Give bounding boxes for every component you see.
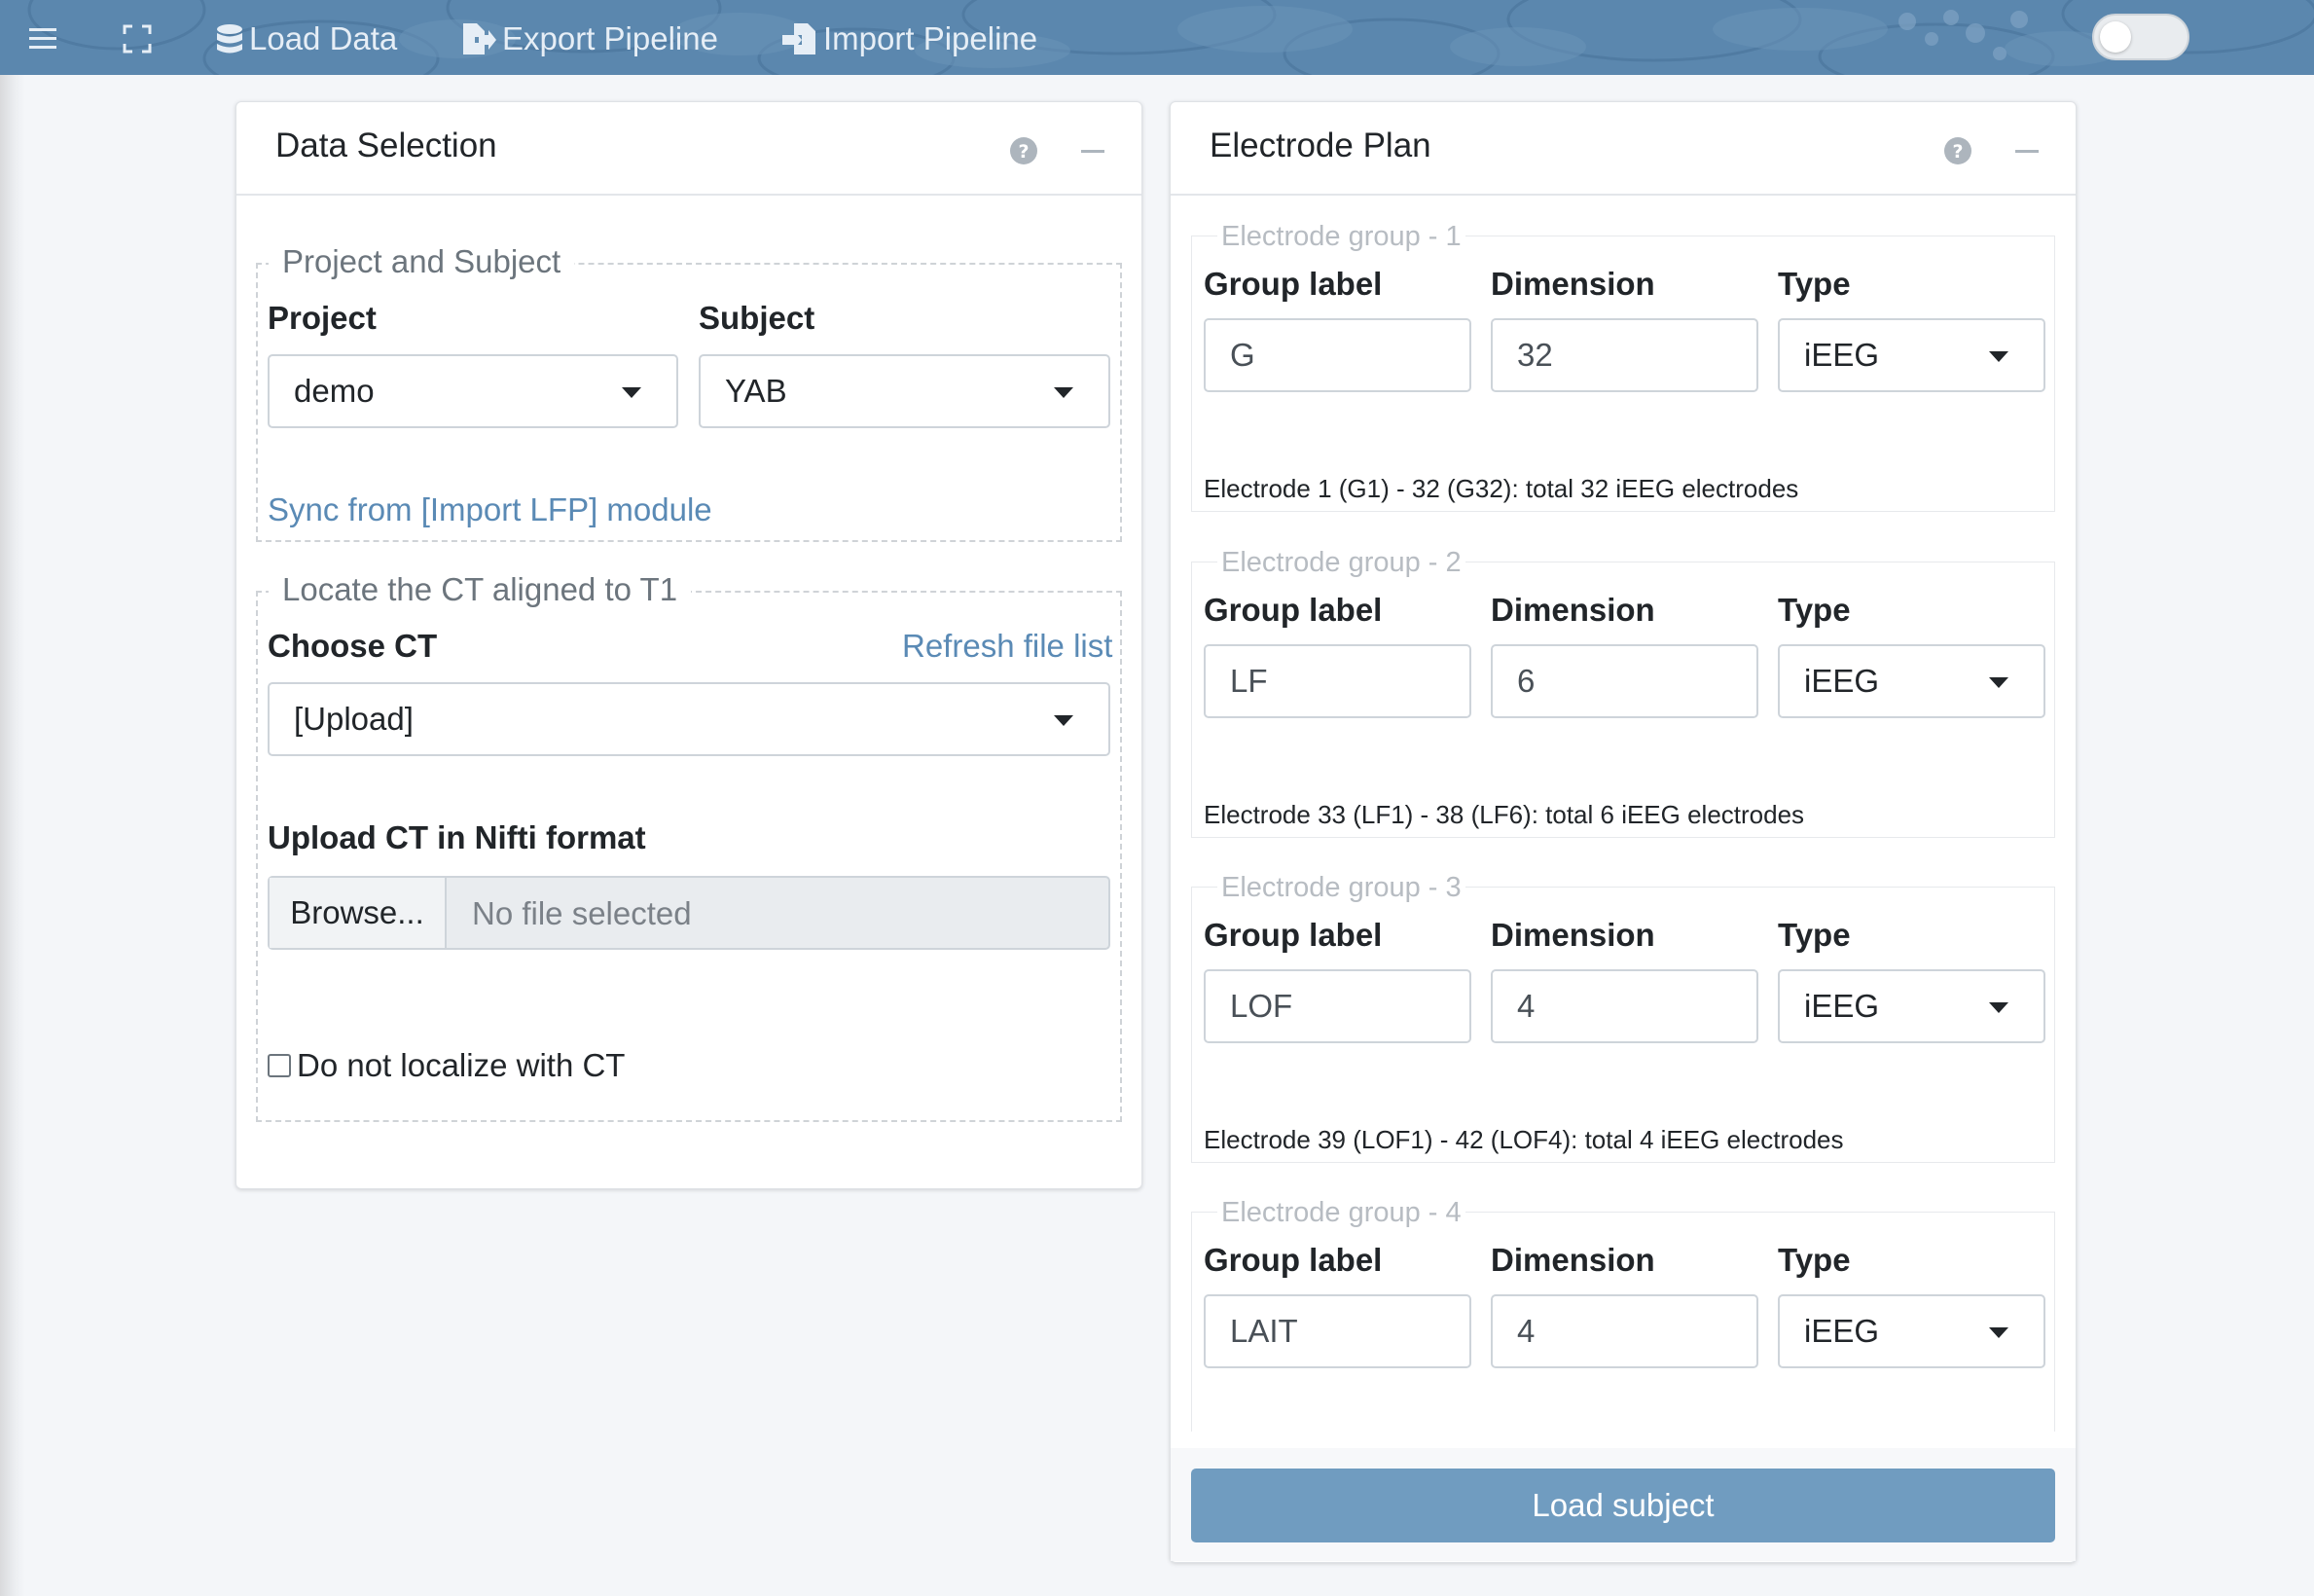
electrode-group-1: Electrode group - 1 Group label Dimensio… — [1191, 221, 2055, 512]
sidebar-toggle-button[interactable] — [29, 18, 64, 60]
group-label-input[interactable]: LF — [1204, 644, 1471, 718]
type-header: Type — [1778, 917, 1851, 953]
group-label-header: Group label — [1204, 1242, 1383, 1278]
group-label-header: Group label — [1204, 917, 1383, 953]
hamburger-icon — [29, 26, 58, 52]
theme-toggle-switch[interactable] — [2092, 14, 2189, 60]
data-selection-title: Data Selection — [275, 127, 497, 164]
sync-from-import-lfp-link[interactable]: Sync from [Import LFP] module — [268, 491, 712, 528]
load-data-label: Load Data — [249, 20, 398, 56]
dimension-header: Dimension — [1491, 1242, 1655, 1278]
electrode-group-summary: Electrode 39 (LOF1) - 42 (LOF4): total 4… — [1204, 1125, 1844, 1154]
type-select[interactable]: iEEG — [1778, 969, 2045, 1043]
group-label-input[interactable]: G — [1204, 318, 1471, 392]
type-select[interactable]: iEEG — [1778, 644, 2045, 718]
chevron-down-icon — [1054, 715, 1073, 726]
ct-legend: Locate the CT aligned to T1 — [269, 571, 692, 608]
dimension-input[interactable]: 4 — [1491, 1294, 1758, 1368]
file-export-icon — [461, 23, 496, 54]
electrode-group-summary: Electrode 33 (LF1) - 38 (LF6): total 6 i… — [1204, 800, 1805, 829]
project-select-value: demo — [294, 373, 375, 409]
type-header: Type — [1778, 1242, 1851, 1278]
subject-label: Subject — [699, 300, 815, 336]
do-not-localize-checkbox[interactable] — [268, 1054, 291, 1077]
top-navbar: Load Data Export Pipeline Import Pipelin… — [0, 0, 2314, 75]
ct-file-upload[interactable]: Browse... No file selected — [268, 876, 1110, 950]
subject-select[interactable]: YAB — [699, 354, 1110, 428]
chevron-down-icon — [1054, 387, 1073, 398]
project-subject-legend: Project and Subject — [269, 243, 575, 280]
chevron-down-icon — [622, 387, 641, 398]
data-selection-help-icon[interactable]: ? — [1010, 137, 1037, 164]
import-pipeline-label: Import Pipeline — [823, 20, 1038, 56]
dimension-header: Dimension — [1491, 917, 1655, 953]
electrode-group-2: Electrode group - 2 Group label Dimensio… — [1191, 547, 2055, 838]
type-select[interactable]: iEEG — [1778, 1294, 2045, 1368]
export-pipeline-label: Export Pipeline — [502, 20, 718, 56]
chevron-down-icon — [1989, 1327, 2008, 1338]
fullscreen-button[interactable] — [123, 18, 158, 60]
electrode-plan-help-icon[interactable]: ? — [1944, 137, 1971, 164]
toggle-knob — [2100, 21, 2131, 53]
type-select-value: iEEG — [1804, 337, 1880, 373]
import-pipeline-button[interactable]: Import Pipeline — [782, 18, 1037, 60]
group-label-input[interactable]: LAIT — [1204, 1294, 1471, 1368]
ct-fieldset — [256, 591, 1122, 1122]
data-selection-collapse-icon[interactable] — [1081, 150, 1104, 153]
electrode-group-3: Electrode group - 3 Group label Dimensio… — [1191, 872, 2055, 1163]
sidebar-shadow — [0, 75, 25, 1596]
expand-icon — [123, 24, 152, 54]
load-subject-button[interactable]: Load subject — [1191, 1469, 2055, 1542]
type-select[interactable]: iEEG — [1778, 318, 2045, 392]
type-header: Type — [1778, 592, 1851, 628]
file-name-display: No file selected — [472, 895, 692, 931]
dimension-input[interactable]: 4 — [1491, 969, 1758, 1043]
group-label-header: Group label — [1204, 266, 1383, 302]
electrode-plan-title: Electrode Plan — [1210, 127, 1431, 164]
type-select-value: iEEG — [1804, 1313, 1880, 1349]
electrode-group-legend: Electrode group - 3 — [1217, 872, 1465, 904]
load-data-button[interactable]: Load Data — [216, 18, 397, 60]
do-not-localize-label: Do not localize with CT — [297, 1047, 626, 1083]
subject-select-value: YAB — [725, 373, 787, 409]
type-header: Type — [1778, 266, 1851, 302]
upload-ct-label: Upload CT in Nifti format — [268, 819, 646, 855]
database-icon — [216, 23, 243, 54]
project-select[interactable]: demo — [268, 354, 678, 428]
dimension-input[interactable]: 32 — [1491, 318, 1758, 392]
project-label: Project — [268, 300, 377, 336]
electrode-plan-collapse-icon[interactable] — [2015, 150, 2039, 153]
svg-text:?: ? — [1018, 141, 1029, 163]
choose-ct-select[interactable]: [Upload] — [268, 682, 1110, 756]
group-label-header: Group label — [1204, 592, 1383, 628]
electrode-group-legend: Electrode group - 2 — [1217, 547, 1465, 579]
export-pipeline-button[interactable]: Export Pipeline — [461, 18, 718, 60]
type-select-value: iEEG — [1804, 988, 1880, 1024]
do-not-localize-checkbox-row[interactable]: Do not localize with CT — [268, 1047, 625, 1084]
svg-text:?: ? — [1952, 141, 1963, 163]
electrode-group-legend: Electrode group - 4 — [1217, 1197, 1465, 1229]
electrode-group-4: Electrode group - 4 Group label Dimensio… — [1191, 1197, 2055, 1432]
chevron-down-icon — [1989, 351, 2008, 362]
dimension-input[interactable]: 6 — [1491, 644, 1758, 718]
chevron-down-icon — [1989, 677, 2008, 688]
choose-ct-label: Choose CT — [268, 628, 438, 664]
group-label-input[interactable]: LOF — [1204, 969, 1471, 1043]
choose-ct-select-value: [Upload] — [294, 701, 414, 737]
type-select-value: iEEG — [1804, 663, 1880, 699]
dimension-header: Dimension — [1491, 592, 1655, 628]
electrode-group-legend: Electrode group - 1 — [1217, 221, 1465, 253]
dimension-header: Dimension — [1491, 266, 1655, 302]
electrode-group-summary: Electrode 1 (G1) - 32 (G32): total 32 iE… — [1204, 474, 1799, 503]
chevron-down-icon — [1989, 1002, 2008, 1013]
browse-button[interactable]: Browse... — [270, 878, 447, 948]
file-import-icon — [782, 23, 817, 54]
refresh-file-list-link[interactable]: Refresh file list — [902, 628, 1112, 665]
